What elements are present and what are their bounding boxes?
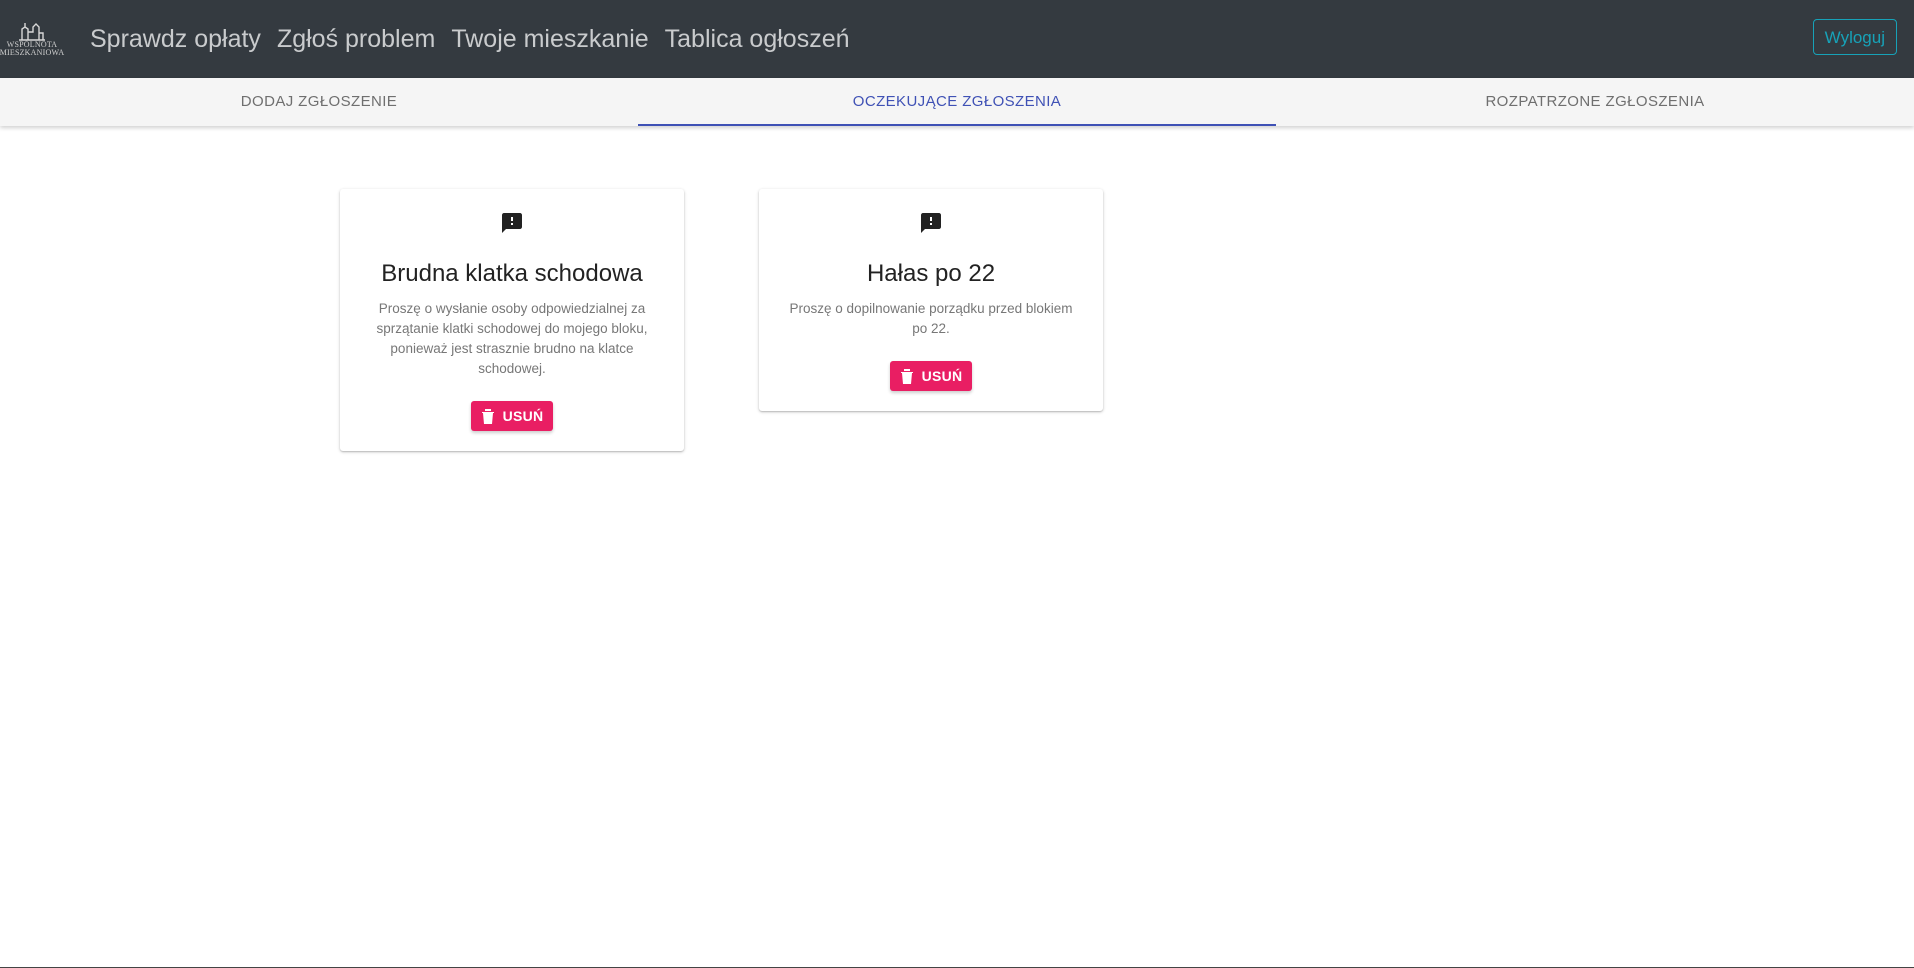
report-title: Hałas po 22 xyxy=(866,260,996,287)
report-card: Hałas po 22 Proszę o dopilnowanie porząd… xyxy=(759,189,1103,411)
nav-links: Sprawdz opłaty Zgłoś problem Twoje miesz… xyxy=(90,0,866,78)
nav-link-fees[interactable]: Sprawdz opłaty xyxy=(90,0,261,78)
tab-resolved-reports[interactable]: ROZPATRZONE ZGŁOSZENIA xyxy=(1276,78,1914,126)
report-description: Proszę o dopilnowanie porządku przed blo… xyxy=(789,301,1073,336)
report-card: Brudna klatka schodowa Proszę o wysłanie… xyxy=(340,189,684,451)
feedback-icon xyxy=(502,213,522,233)
brand-text-line2: MIESZKANIOWA xyxy=(0,48,65,57)
feedback-icon xyxy=(921,213,941,233)
top-navbar: WSPÓLNOTA MIESZKANIOWA Sprawdz opłaty Zg… xyxy=(0,0,1914,78)
trash-icon xyxy=(481,409,494,424)
nav-link-your-apartment[interactable]: Twoje mieszkanie xyxy=(451,0,648,78)
building-logo-icon xyxy=(19,23,45,41)
nav-link-notice-board[interactable]: Tablica ogłoszeń xyxy=(665,0,850,78)
delete-button[interactable]: USUŃ xyxy=(470,401,554,431)
delete-button[interactable]: USUŃ xyxy=(889,361,973,391)
delete-button-label: USUŃ xyxy=(502,408,544,424)
delete-button-label: USUŃ xyxy=(921,368,963,384)
report-description: Proszę o wysłanie osoby odpowiedzialnej … xyxy=(376,301,648,376)
tab-pending-reports[interactable]: OCZEKUJĄCE ZGŁOSZENIA xyxy=(638,78,1276,126)
tabs-bar: DODAJ ZGŁOSZENIE OCZEKUJĄCE ZGŁOSZENIA R… xyxy=(0,78,1914,126)
brand-logo[interactable]: WSPÓLNOTA MIESZKANIOWA xyxy=(0,9,64,69)
report-title: Brudna klatka schodowa xyxy=(381,260,643,287)
trash-icon xyxy=(900,369,913,384)
nav-link-report-problem[interactable]: Zgłoś problem xyxy=(277,0,435,78)
tab-add-report[interactable]: DODAJ ZGŁOSZENIE xyxy=(0,78,638,126)
logout-button[interactable]: Wyloguj xyxy=(1812,19,1897,55)
